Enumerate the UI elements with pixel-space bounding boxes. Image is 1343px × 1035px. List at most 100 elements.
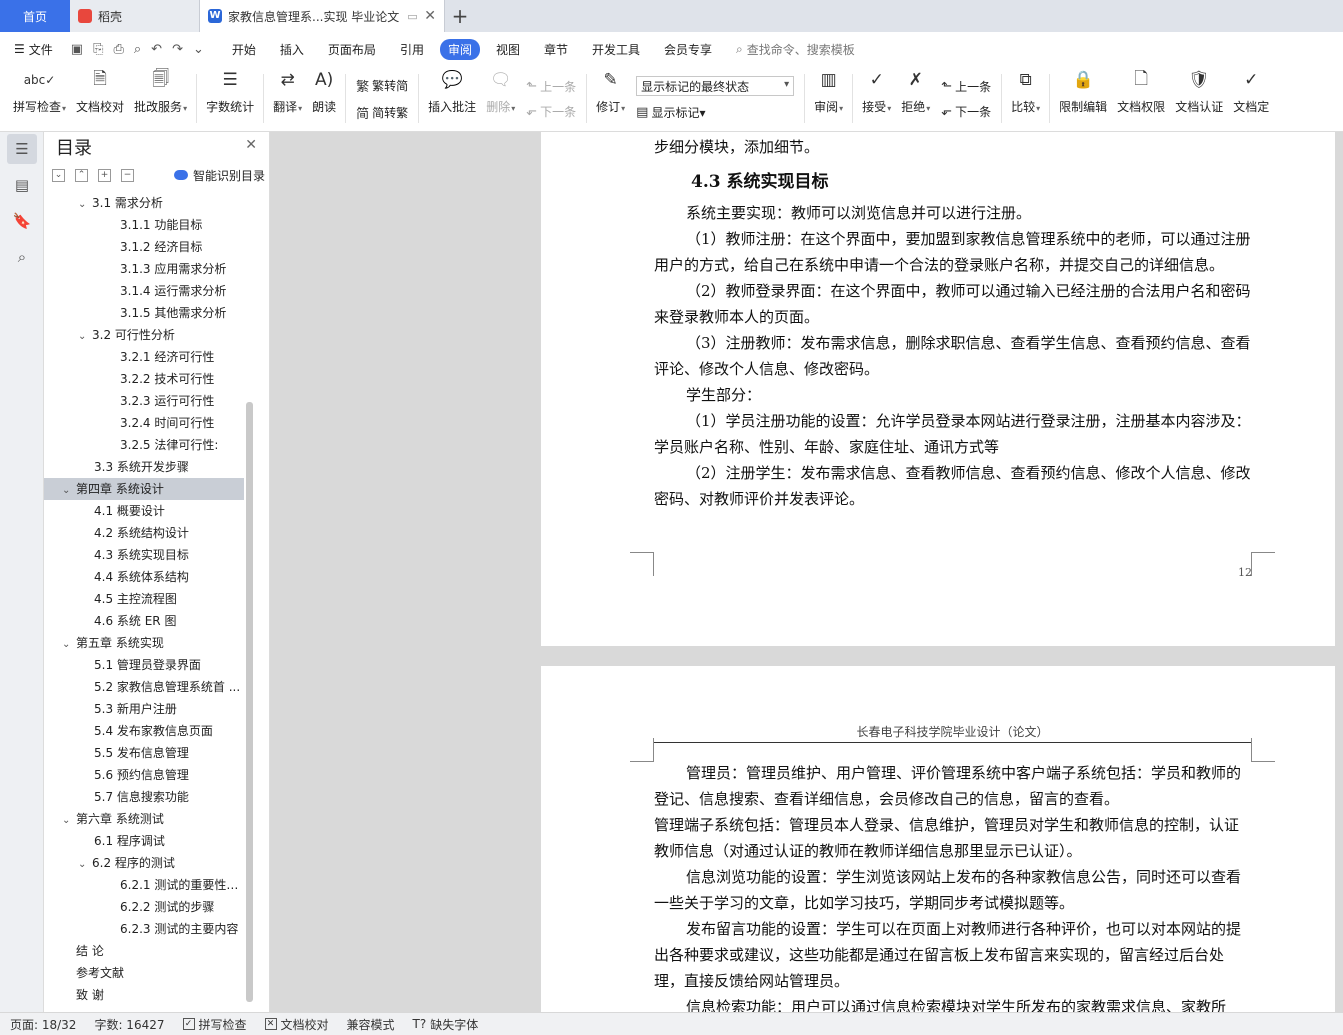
bookmark-icon[interactable]: 🔖	[7, 206, 37, 236]
chevron-down-icon[interactable]: ⌄	[78, 854, 92, 874]
markup-state-select[interactable]: 显示标记的最终状态	[636, 76, 795, 96]
print-preview-icon[interactable]: ⌕	[134, 42, 141, 57]
toc-item[interactable]: 5.4 发布家教信息页面	[44, 720, 244, 742]
toc-item[interactable]: ⌄ 3.1 需求分析	[44, 192, 244, 214]
toc-panel-icon[interactable]: ☰	[7, 134, 37, 164]
redo-icon[interactable]: ↷	[172, 42, 183, 57]
page-12[interactable]: 步细分模块，添加细节。 4.3 系统实现目标 系统主要实现：教师可以浏览信息并可…	[541, 132, 1335, 646]
toc-item[interactable]: 6.2.2 测试的步骤	[44, 896, 244, 918]
remove-level-icon[interactable]: −	[121, 168, 134, 182]
menu-view[interactable]: 视图	[496, 41, 520, 58]
toc-item[interactable]: 6.2.1 测试的重要性及 ...	[44, 874, 244, 896]
toc-scrollbar[interactable]	[246, 402, 253, 1002]
toc-item[interactable]: 3.1.5 其他需求分析	[44, 302, 244, 324]
page-13[interactable]: 长春电子科技学院毕业设计（论文） 管理员：管理员维护、用户管理、评价管理系统中客…	[541, 666, 1335, 1012]
toc-item[interactable]: 结 论	[44, 940, 244, 962]
prev-change-button[interactable]: ⬑ 上一条	[941, 78, 991, 95]
spell-check-button[interactable]: abc✓ 拼写检查▾	[8, 66, 71, 131]
toc-item[interactable]: 6.2.3 测试的主要内容	[44, 918, 244, 940]
find-icon[interactable]: ⌕	[7, 242, 37, 272]
print-icon[interactable]: ⎙	[113, 42, 123, 57]
tab-home[interactable]: 首页	[0, 0, 70, 32]
menu-start[interactable]: 开始	[232, 41, 256, 58]
toc-item[interactable]: 参考文献	[44, 962, 244, 984]
menu-developer[interactable]: 开发工具	[592, 41, 640, 58]
file-menu[interactable]: ☰ 文件	[14, 41, 53, 58]
toc-item[interactable]: 3.2.5 法律可行性:	[44, 434, 244, 456]
menu-review[interactable]: 审阅	[439, 38, 480, 60]
doc-permission-button[interactable]: 🗋 文档权限	[1112, 66, 1170, 131]
tab-daoke[interactable]: 稻壳	[70, 0, 200, 32]
next-change-button[interactable]: ⬐ 下一条	[941, 103, 991, 120]
customize-chevron-icon[interactable]: ⌄	[193, 42, 204, 57]
chevron-down-icon[interactable]: ⌄	[62, 634, 76, 654]
toc-item[interactable]: 3.2.1 经济可行性	[44, 346, 244, 368]
toc-item[interactable]: 3.2.3 运行可行性	[44, 390, 244, 412]
word-count-button[interactable]: ☰ 字数统计	[201, 66, 259, 131]
toc-item[interactable]: 3.3 系统开发步骤	[44, 456, 244, 478]
page-indicator[interactable]: 页面: 18/32	[10, 1016, 76, 1033]
toc-item[interactable]: 4.1 概要设计	[44, 500, 244, 522]
new-tab-button[interactable]: +	[445, 0, 475, 32]
accept-button[interactable]: ✓ 接受▾	[857, 66, 896, 131]
undo-icon[interactable]: ↶	[151, 42, 162, 57]
tab-document[interactable]: W 家教信息管理系...实现 毕业论文 ▭ ✕	[200, 0, 445, 32]
chapter-nav-icon[interactable]: ▤	[7, 170, 37, 200]
word-count-indicator[interactable]: 字数: 16427	[94, 1016, 164, 1033]
menu-page-layout[interactable]: 页面布局	[328, 41, 376, 58]
doc-final-button[interactable]: ✓ 文档定	[1228, 66, 1274, 131]
compare-button[interactable]: ⧉ 比较▾	[1006, 66, 1045, 131]
toc-item[interactable]: 3.1.1 功能目标	[44, 214, 244, 236]
toc-item[interactable]: 6.1 程序调试	[44, 830, 244, 852]
chevron-down-icon[interactable]: ⌄	[62, 480, 76, 500]
toc-item[interactable]: 5.3 新用户注册	[44, 698, 244, 720]
close-tab-icon[interactable]: ✕	[424, 8, 436, 24]
chevron-down-icon[interactable]: ⌄	[62, 810, 76, 830]
status-spell-check[interactable]: ✓ 拼写检查	[182, 1016, 247, 1033]
add-level-icon[interactable]: +	[98, 168, 111, 182]
toc-item[interactable]: 4.4 系统体系结构	[44, 566, 244, 588]
chevron-down-icon[interactable]: ⌄	[78, 194, 92, 214]
toc-item[interactable]: 3.2.4 时间可行性	[44, 412, 244, 434]
toc-item[interactable]: 致 谢	[44, 984, 244, 1006]
chevron-down-icon[interactable]: ⌄	[78, 326, 92, 346]
toc-item[interactable]: 5.5 发布信息管理	[44, 742, 244, 764]
toc-item[interactable]: 4.2 系统结构设计	[44, 522, 244, 544]
annotate-service-button[interactable]: 🗐 批改服务▾	[129, 66, 192, 131]
command-search[interactable]: ⌕ 查找命令、搜索模板	[736, 41, 855, 58]
collapse-all-icon[interactable]: ⌄	[52, 168, 65, 182]
save-icon[interactable]: ▣	[71, 42, 83, 57]
toc-item[interactable]: 5.1 管理员登录界面	[44, 654, 244, 676]
menu-member[interactable]: 会员专享	[664, 41, 712, 58]
restrict-edit-button[interactable]: 🔒 限制编辑	[1054, 66, 1112, 131]
toc-item[interactable]: 5.6 预约信息管理	[44, 764, 244, 786]
simp-to-trad-button[interactable]: 简简转繁	[356, 103, 408, 122]
minimize-tab-icon[interactable]: ▭	[407, 10, 417, 23]
menu-insert[interactable]: 插入	[280, 41, 304, 58]
menu-chapter[interactable]: 章节	[544, 41, 568, 58]
close-icon[interactable]: ✕	[245, 137, 257, 153]
toc-item[interactable]: 4.3 系统实现目标	[44, 544, 244, 566]
status-proofread[interactable]: ✕ 文档校对	[264, 1016, 329, 1033]
show-markup-button[interactable]: ▤ 显示标记 ▾	[636, 104, 794, 121]
toc-item[interactable]: ⌄ 3.2 可行性分析	[44, 324, 244, 346]
toc-item[interactable]: 5.2 家教信息管理系统首 ...	[44, 676, 244, 698]
menu-references[interactable]: 引用	[400, 41, 424, 58]
toc-item[interactable]: ⌄ 第六章 系统测试	[44, 808, 244, 830]
toc-item[interactable]: 4.6 系统 ER 图	[44, 610, 244, 632]
revise-button[interactable]: ✎ 修订▾	[591, 66, 630, 131]
translate-button[interactable]: ⇄ 翻译▾	[268, 66, 307, 131]
prev-comment-button[interactable]: ⬑ 上一条	[526, 78, 576, 95]
toc-item[interactable]: 3.1.3 应用需求分析	[44, 258, 244, 280]
trad-to-simp-button[interactable]: 繁繁转简	[356, 76, 408, 95]
toc-item[interactable]: 3.1.4 运行需求分析	[44, 280, 244, 302]
toc-item[interactable]: 4.5 主控流程图	[44, 588, 244, 610]
toc-item[interactable]: 5.7 信息搜索功能	[44, 786, 244, 808]
toc-item[interactable]: ⌄ 6.2 程序的测试	[44, 852, 244, 874]
smart-toc-button[interactable]: 智能识别目录	[174, 167, 265, 184]
toc-item[interactable]: 3.1.2 经济目标	[44, 236, 244, 258]
format-painter-icon[interactable]: ⎘	[93, 42, 103, 57]
toc-item[interactable]: 3.2.2 技术可行性	[44, 368, 244, 390]
toc-item[interactable]: ⌄ 第四章 系统设计	[44, 478, 244, 500]
read-aloud-button[interactable]: A) 朗读	[307, 66, 341, 131]
